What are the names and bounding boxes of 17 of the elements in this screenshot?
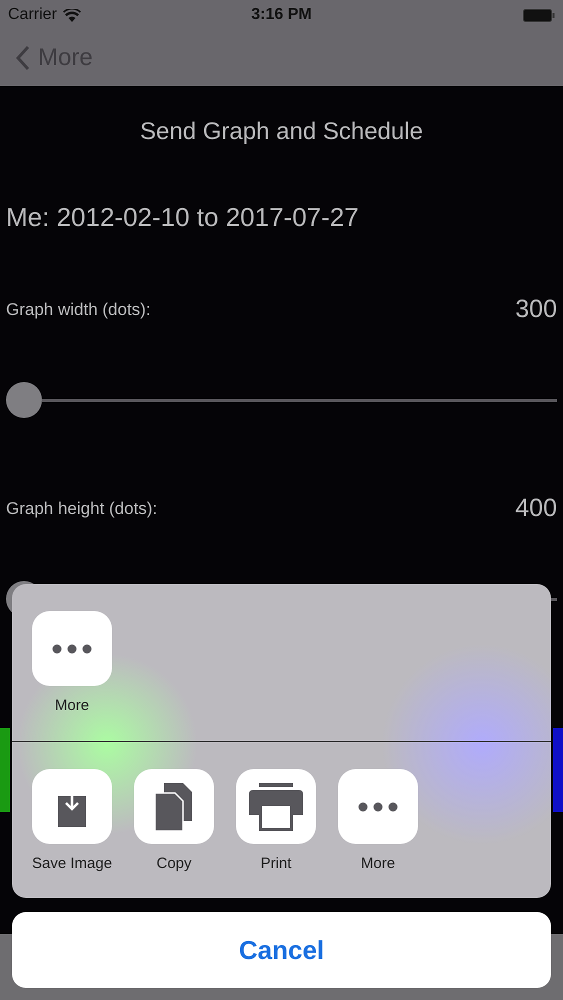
more-icon	[52, 644, 92, 654]
chevron-left-icon	[16, 45, 30, 71]
documents-icon	[155, 782, 193, 830]
clock-time: 3:16 PM	[251, 6, 312, 24]
setting-label: Graph height (dots):	[6, 498, 158, 518]
carrier-label: Carrier	[8, 6, 57, 24]
printer-icon	[249, 782, 303, 830]
more-icon	[358, 802, 398, 812]
wifi-icon	[62, 8, 81, 22]
date-range: Me: 2012-02-10 to 2017-07-27	[6, 202, 360, 233]
cancel-button[interactable]: Cancel	[12, 912, 551, 988]
screen-title: Send Graph and Schedule	[139, 118, 424, 146]
setting-value: 300	[515, 295, 557, 324]
setting-label: Graph width (dots):	[6, 300, 151, 320]
setting-value: 400	[515, 494, 557, 523]
slider-thumb[interactable]	[6, 382, 42, 418]
battery-icon	[523, 8, 555, 22]
